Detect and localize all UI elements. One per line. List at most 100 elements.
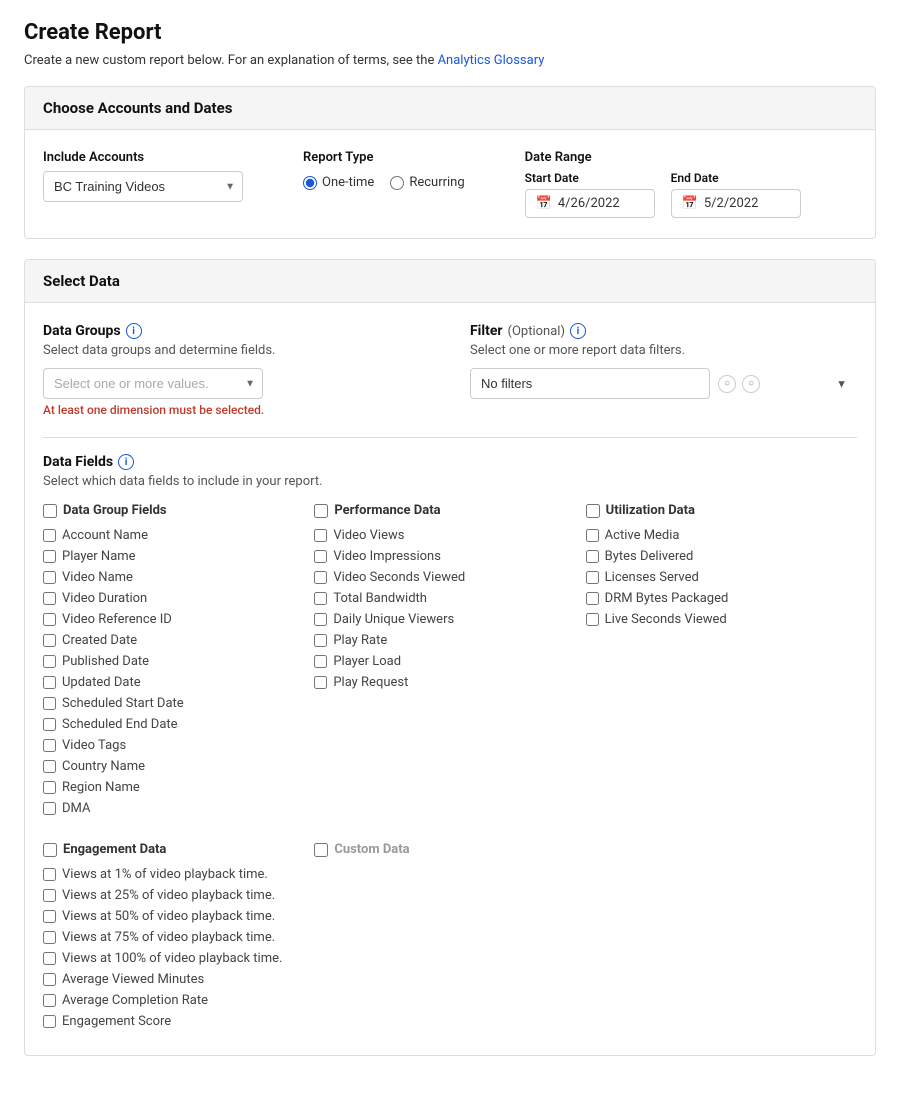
field-label: Country Name bbox=[62, 759, 145, 774]
field-checkbox[interactable] bbox=[43, 571, 56, 584]
list-item: Account Name bbox=[43, 528, 304, 543]
list-item: Live Seconds Viewed bbox=[586, 612, 847, 627]
one-time-radio[interactable] bbox=[303, 176, 317, 190]
recurring-option[interactable]: Recurring bbox=[390, 175, 464, 190]
custom-data-checkbox[interactable] bbox=[314, 843, 328, 857]
data-fields-section: Data Fields i Select which data fields t… bbox=[43, 437, 857, 1035]
field-checkbox[interactable] bbox=[314, 676, 327, 689]
field-checkbox[interactable] bbox=[43, 592, 56, 605]
field-checkbox[interactable] bbox=[314, 592, 327, 605]
field-checkbox[interactable] bbox=[43, 910, 56, 923]
field-checkbox[interactable] bbox=[43, 550, 56, 563]
include-accounts-select[interactable]: BC Training Videos bbox=[43, 171, 243, 202]
field-label: Licenses Served bbox=[605, 570, 699, 585]
choose-accounts-title: Choose Accounts and Dates bbox=[43, 99, 857, 117]
field-checkbox[interactable] bbox=[43, 802, 56, 815]
utilization-data-checkbox[interactable] bbox=[586, 504, 600, 518]
field-checkbox[interactable] bbox=[43, 994, 56, 1007]
filter-edit-btn[interactable]: ○ bbox=[718, 375, 736, 393]
data-groups-select-wrapper: Select one or more values. ▼ bbox=[43, 368, 263, 399]
field-label: Video Reference ID bbox=[62, 612, 172, 627]
field-label: Play Rate bbox=[333, 633, 387, 648]
performance-data-checkbox[interactable] bbox=[314, 504, 328, 518]
recurring-radio[interactable] bbox=[390, 176, 404, 190]
start-date-value: 4/26/2022 bbox=[558, 196, 620, 211]
end-date-input[interactable]: 📅 5/2/2022 bbox=[671, 189, 801, 218]
field-label: Active Media bbox=[605, 528, 680, 543]
field-checkbox[interactable] bbox=[586, 592, 599, 605]
data-group-fields-checkbox[interactable] bbox=[43, 504, 57, 518]
field-checkbox[interactable] bbox=[586, 571, 599, 584]
list-item: Updated Date bbox=[43, 675, 304, 690]
filter-select-wrapper: No filters ▼ ○ ○ bbox=[470, 368, 857, 399]
data-groups-row: Data Groups i Select data groups and det… bbox=[43, 323, 857, 417]
list-item: Scheduled End Date bbox=[43, 717, 304, 732]
one-time-option[interactable]: One-time bbox=[303, 175, 374, 190]
field-checkbox[interactable] bbox=[314, 634, 327, 647]
filter-info-icon[interactable]: i bbox=[570, 323, 586, 339]
field-checkbox[interactable] bbox=[43, 760, 56, 773]
field-checkbox[interactable] bbox=[43, 529, 56, 542]
field-checkbox[interactable] bbox=[43, 655, 56, 668]
field-label: Scheduled Start Date bbox=[62, 696, 184, 711]
filter-icons: ○ ○ bbox=[718, 375, 760, 393]
field-label: DRM Bytes Packaged bbox=[605, 591, 729, 606]
utilization-items: Active MediaBytes DeliveredLicenses Serv… bbox=[586, 528, 847, 627]
performance-data-title: Performance Data bbox=[334, 503, 440, 518]
field-checkbox[interactable] bbox=[314, 613, 327, 626]
list-item: Views at 100% of video playback time. bbox=[43, 951, 304, 966]
list-item: Published Date bbox=[43, 654, 304, 669]
glossary-link[interactable]: Analytics Glossary bbox=[438, 53, 545, 68]
field-checkbox[interactable] bbox=[43, 676, 56, 689]
data-groups-info-icon[interactable]: i bbox=[126, 323, 142, 339]
field-checkbox[interactable] bbox=[43, 868, 56, 881]
field-checkbox[interactable] bbox=[586, 529, 599, 542]
field-label: Created Date bbox=[62, 633, 137, 648]
choose-accounts-body: Include Accounts BC Training Videos ▼ Re… bbox=[25, 130, 875, 238]
data-fields-title: Data Fields i bbox=[43, 454, 857, 470]
field-label: DMA bbox=[62, 801, 90, 816]
list-item: Country Name bbox=[43, 759, 304, 774]
select-data-header: Select Data bbox=[25, 260, 875, 303]
list-item: Video Views bbox=[314, 528, 575, 543]
field-checkbox[interactable] bbox=[314, 529, 327, 542]
field-checkbox[interactable] bbox=[314, 550, 327, 563]
field-checkbox[interactable] bbox=[586, 613, 599, 626]
list-item: DRM Bytes Packaged bbox=[586, 591, 847, 606]
field-checkbox[interactable] bbox=[43, 1015, 56, 1028]
data-group-fields-column: Data Group Fields Account NamePlayer Nam… bbox=[43, 503, 314, 822]
field-checkbox[interactable] bbox=[43, 931, 56, 944]
list-item: Video Reference ID bbox=[43, 612, 304, 627]
choose-accounts-section: Choose Accounts and Dates Include Accoun… bbox=[24, 86, 876, 239]
filter-select[interactable]: No filters bbox=[470, 368, 710, 399]
bottom-fields-grid: Engagement Data Views at 1% of video pla… bbox=[43, 842, 857, 1035]
accounts-row: Include Accounts BC Training Videos ▼ Re… bbox=[43, 150, 857, 218]
field-label: Views at 25% of video playback time. bbox=[62, 888, 275, 903]
field-checkbox[interactable] bbox=[43, 952, 56, 965]
data-groups-select[interactable]: Select one or more values. bbox=[43, 368, 263, 399]
field-checkbox[interactable] bbox=[586, 550, 599, 563]
engagement-data-checkbox[interactable] bbox=[43, 843, 57, 857]
select-data-title: Select Data bbox=[43, 272, 857, 290]
field-checkbox[interactable] bbox=[314, 571, 327, 584]
list-item: DMA bbox=[43, 801, 304, 816]
field-checkbox[interactable] bbox=[314, 655, 327, 668]
empty-col bbox=[586, 842, 857, 1035]
data-fields-info-icon[interactable]: i bbox=[118, 454, 134, 470]
list-item: Average Viewed Minutes bbox=[43, 972, 304, 987]
filter-delete-btn[interactable]: ○ bbox=[742, 375, 760, 393]
start-date-input[interactable]: 📅 4/26/2022 bbox=[525, 189, 655, 218]
field-checkbox[interactable] bbox=[43, 739, 56, 752]
data-group-fields-header: Data Group Fields bbox=[43, 503, 304, 518]
field-checkbox[interactable] bbox=[43, 718, 56, 731]
field-checkbox[interactable] bbox=[43, 973, 56, 986]
list-item: Video Seconds Viewed bbox=[314, 570, 575, 585]
field-checkbox[interactable] bbox=[43, 697, 56, 710]
list-item: Licenses Served bbox=[586, 570, 847, 585]
field-checkbox[interactable] bbox=[43, 613, 56, 626]
field-checkbox[interactable] bbox=[43, 634, 56, 647]
field-checkbox[interactable] bbox=[43, 781, 56, 794]
list-item: Daily Unique Viewers bbox=[314, 612, 575, 627]
fields-grid: Data Group Fields Account NamePlayer Nam… bbox=[43, 503, 857, 822]
field-checkbox[interactable] bbox=[43, 889, 56, 902]
